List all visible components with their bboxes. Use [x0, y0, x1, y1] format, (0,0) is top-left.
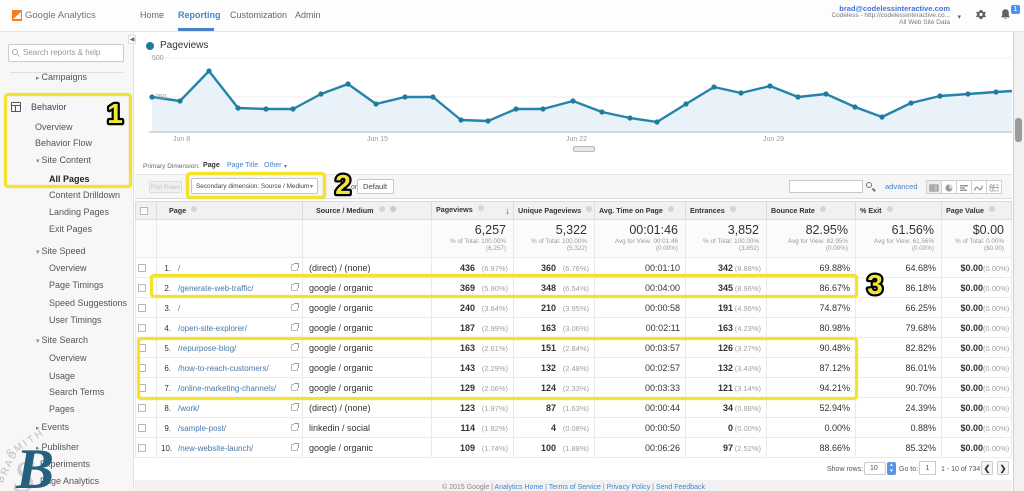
svg-text:1: 1: [107, 98, 123, 129]
svg-text:2: 2: [335, 169, 351, 200]
svg-text:3: 3: [867, 269, 883, 300]
